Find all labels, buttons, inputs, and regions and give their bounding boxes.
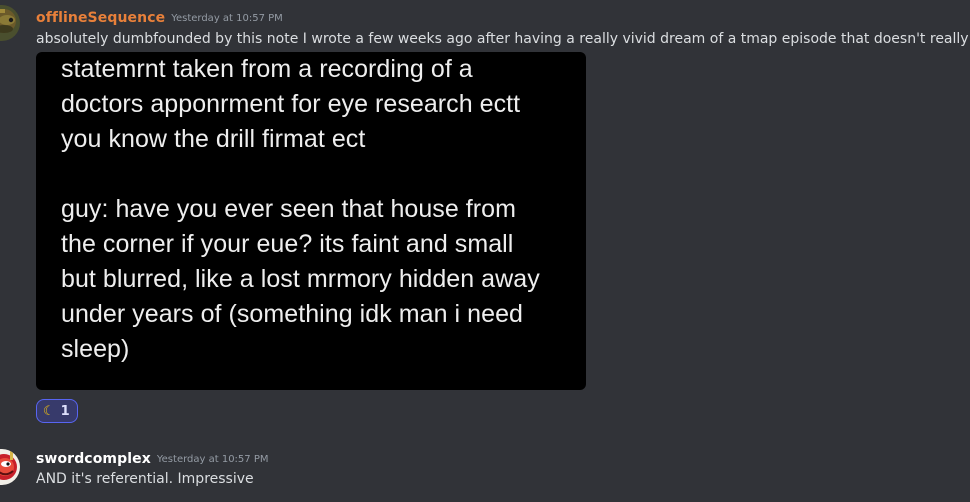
timestamp[interactable]: Yesterday at 10:57 PM bbox=[171, 13, 283, 24]
avatar-swordcomplex[interactable] bbox=[0, 449, 20, 485]
message-text: absolutely dumbfounded by this note I wr… bbox=[36, 31, 970, 47]
avatar-image bbox=[0, 5, 20, 41]
attachment-note-text: statemrnt taken from a recording of a do… bbox=[61, 55, 540, 363]
image-attachment[interactable]: statemrnt taken from a recording of a do… bbox=[36, 52, 586, 390]
crescent-moon-icon: ☾ bbox=[43, 403, 55, 419]
reaction-button[interactable]: ☾ 1 bbox=[36, 399, 78, 423]
message-header: swordcomplex Yesterday at 10:57 PM bbox=[36, 449, 268, 469]
avatar-image bbox=[0, 449, 20, 485]
message-offlinesequence: offlineSequence Yesterday at 10:57 PM abs… bbox=[0, 0, 970, 430]
reaction-count: 1 bbox=[60, 403, 70, 419]
message-swordcomplex: swordcomplex Yesterday at 10:57 PM AND it… bbox=[0, 440, 970, 502]
username[interactable]: swordcomplex bbox=[36, 451, 151, 467]
message-header: offlineSequence Yesterday at 10:57 PM bbox=[36, 8, 283, 28]
timestamp[interactable]: Yesterday at 10:57 PM bbox=[157, 454, 269, 465]
avatar-offlinesequence[interactable] bbox=[0, 5, 20, 41]
username[interactable]: offlineSequence bbox=[36, 10, 165, 26]
message-text: AND it's referential. Impressive bbox=[36, 471, 254, 487]
